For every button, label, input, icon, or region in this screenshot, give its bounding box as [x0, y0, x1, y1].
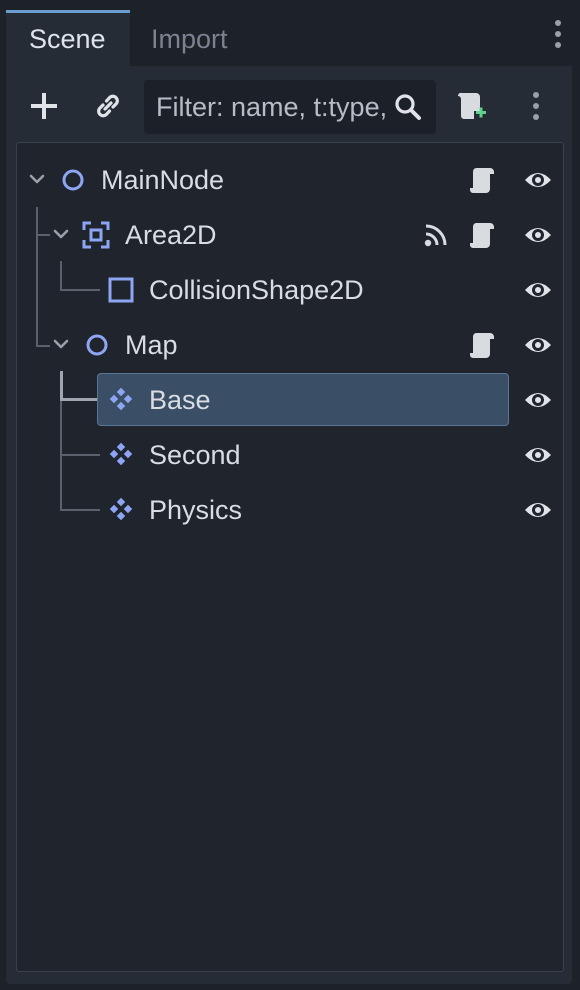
plus-icon [31, 93, 57, 119]
eye-visibility-icon[interactable] [523, 276, 553, 304]
tab-menu-icon[interactable] [550, 20, 566, 56]
eye-visibility-icon[interactable] [523, 221, 553, 249]
add-node-button[interactable] [22, 84, 66, 128]
chevron-down-icon[interactable] [27, 169, 47, 189]
node-circle-icon [62, 169, 84, 191]
script-icon[interactable] [469, 330, 499, 360]
tree-item-physics[interactable]: Physics [17, 483, 563, 537]
area2d-icon [82, 221, 110, 249]
tilemap-icon [109, 442, 133, 466]
tree-item-label: Second [149, 440, 241, 470]
tree-item-label: Physics [149, 495, 243, 525]
node-circle-icon [86, 334, 108, 356]
scene-toolbar [6, 66, 572, 142]
scene-tree: MainNode Area2D CollisionShape2D Map Bas… [16, 142, 564, 972]
script-icon[interactable] [469, 165, 499, 195]
script-add-icon [457, 92, 486, 119]
eye-visibility-icon[interactable] [523, 441, 553, 469]
tree-item-map[interactable]: Map [17, 318, 563, 372]
attach-script-button[interactable] [450, 84, 494, 128]
tab-scene[interactable]: Scene [6, 10, 130, 66]
tree-item-area2d[interactable]: Area2D [17, 208, 563, 262]
filter-input[interactable] [156, 80, 388, 134]
tilemap-icon [109, 497, 133, 521]
tree-item-label: CollisionShape2D [149, 275, 364, 305]
eye-visibility-icon[interactable] [523, 166, 553, 194]
search-icon [395, 94, 421, 120]
link-icon [97, 94, 119, 118]
filter-field[interactable] [144, 80, 436, 134]
tab-bar: Scene Import [6, 10, 572, 66]
eye-visibility-icon[interactable] [523, 331, 553, 359]
chevron-down-icon[interactable] [51, 334, 71, 354]
signal-icon[interactable] [423, 222, 449, 248]
chevron-down-icon[interactable] [51, 224, 71, 244]
tree-item-mainnode[interactable]: MainNode [17, 153, 563, 207]
script-icon[interactable] [469, 220, 499, 250]
more-options-icon[interactable] [514, 84, 558, 128]
instance-scene-button[interactable] [86, 84, 130, 128]
scene-dock: Scene Import Filter: name, t:type, g:gro… [6, 10, 572, 984]
tree-item-label: Map [125, 330, 178, 360]
collision-shape-icon [108, 277, 134, 303]
eye-visibility-icon[interactable] [523, 386, 553, 414]
tree-item-label: Area2D [125, 220, 217, 250]
eye-visibility-icon[interactable] [523, 496, 553, 524]
tree-item-label: MainNode [101, 165, 225, 195]
tree-item-collisionshape2d[interactable]: CollisionShape2D [17, 263, 563, 317]
tilemap-icon [109, 387, 133, 411]
tree-item-base[interactable]: Base [17, 373, 563, 427]
tab-import[interactable]: Import [128, 10, 251, 66]
tree-item-second[interactable]: Second [17, 428, 563, 482]
tree-item-label: Base [149, 385, 211, 415]
